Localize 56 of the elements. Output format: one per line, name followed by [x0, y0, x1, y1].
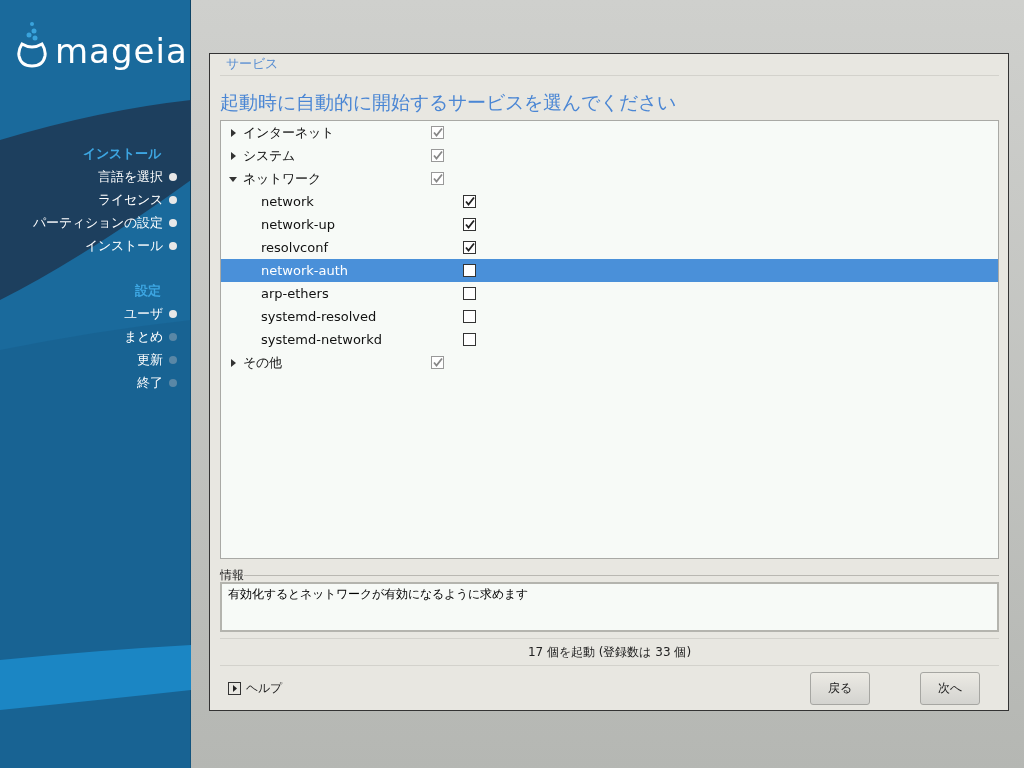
- tree-row[interactable]: network: [221, 190, 998, 213]
- tree-item-label: network-auth: [261, 263, 349, 278]
- section-title: 設定: [135, 282, 161, 300]
- step-label: まとめ: [124, 327, 163, 346]
- checkbox[interactable]: [463, 310, 476, 323]
- tree-item-label: resolvconf: [261, 240, 328, 255]
- tree-row[interactable]: インターネット: [221, 121, 998, 144]
- collapsed-arrow-icon[interactable]: [229, 358, 237, 367]
- checkbox[interactable]: [463, 264, 476, 277]
- cauldron-logo-icon: [17, 20, 47, 68]
- tree-item-label: systemd-resolved: [261, 309, 377, 324]
- info-legend: 情報: [220, 567, 244, 584]
- service-count-text: 17 個を起動 (登録数は 33 個): [526, 644, 693, 661]
- tree-row[interactable]: systemd-networkd: [221, 328, 998, 351]
- step-label: 更新: [137, 350, 163, 369]
- tree-item-label: システム: [243, 146, 295, 165]
- checkbox[interactable]: [431, 149, 444, 162]
- dialog-button[interactable]: 次へ: [920, 671, 980, 705]
- tree-item-label: network-up: [261, 217, 335, 232]
- expanded-arrow-icon[interactable]: [229, 174, 237, 183]
- tree-row[interactable]: ネットワーク: [221, 167, 998, 190]
- dialog-button[interactable]: 戻る: [810, 671, 870, 705]
- checkbox[interactable]: [463, 241, 476, 254]
- tree-item-label: systemd-networkd: [261, 332, 382, 347]
- info-text: 有効化するとネットワークが有効になるように求めます: [220, 582, 999, 632]
- tree-item-label: インターネット: [243, 123, 334, 142]
- step-label: パーティションの設定: [33, 213, 163, 232]
- checkbox[interactable]: [431, 356, 444, 369]
- tree-item-label: arp-ethers: [261, 286, 329, 301]
- tree-row[interactable]: network-up: [221, 213, 998, 236]
- checkbox[interactable]: [463, 333, 476, 346]
- tree-item-label: その他: [243, 353, 282, 372]
- dialog-heading: 起動時に自動的に開始するサービスを選んでください: [220, 90, 677, 115]
- tree-row[interactable]: arp-ethers: [221, 282, 998, 305]
- tree-row[interactable]: その他: [221, 351, 998, 374]
- tree-item-label: ネットワーク: [243, 169, 321, 188]
- checkbox[interactable]: [431, 126, 444, 139]
- tree-item-label: network: [261, 194, 314, 209]
- tree-row[interactable]: システム: [221, 144, 998, 167]
- help-expander[interactable]: ヘルプ: [228, 679, 282, 697]
- tree-row[interactable]: resolvconf: [221, 236, 998, 259]
- step-label: ライセンス: [98, 190, 163, 209]
- step-label: 終了: [137, 373, 163, 392]
- collapsed-arrow-icon[interactable]: [229, 128, 237, 137]
- section-title: インストール: [83, 145, 161, 163]
- collapsed-arrow-icon[interactable]: [229, 151, 237, 160]
- frame-title: サービス: [225, 55, 279, 73]
- step-label: ユーザ: [124, 304, 163, 323]
- checkbox[interactable]: [463, 195, 476, 208]
- tree-row[interactable]: systemd-resolved: [221, 305, 998, 328]
- logo-wordmark: mageia: [55, 34, 188, 68]
- checkbox[interactable]: [431, 172, 444, 185]
- step-label: インストール: [85, 236, 163, 255]
- checkbox[interactable]: [463, 218, 476, 231]
- checkbox[interactable]: [463, 287, 476, 300]
- step-label: 言語を選択: [98, 167, 163, 186]
